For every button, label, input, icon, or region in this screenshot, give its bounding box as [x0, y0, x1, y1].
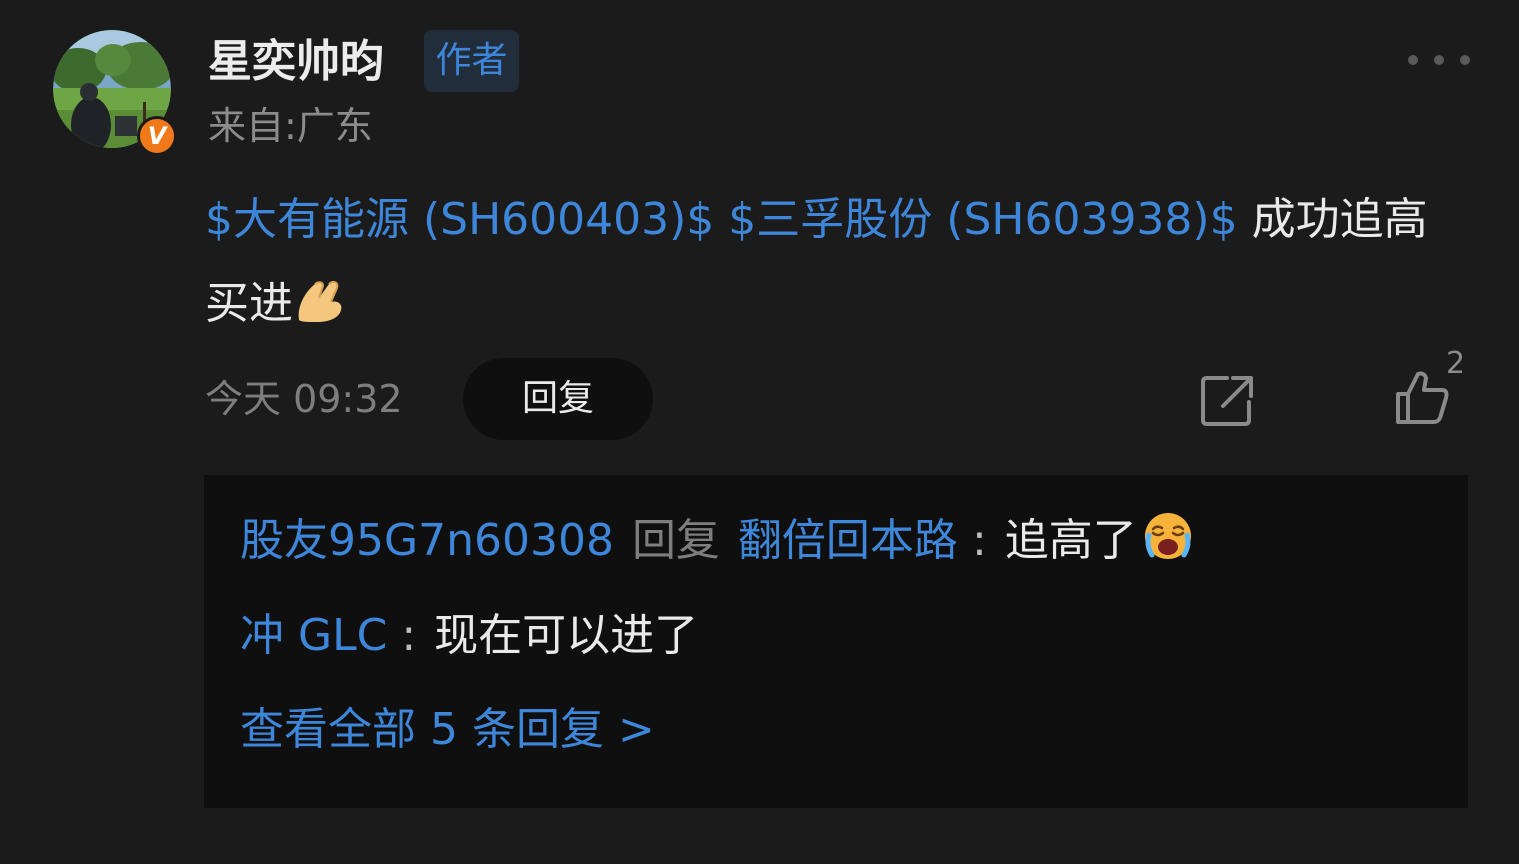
reply-text: 追高了 [1004, 515, 1137, 566]
location-label: 来自:广东 [208, 104, 373, 148]
replies-panel: 股友95G7n60308 回复 翻倍回本路: 追高了 冲 GLC: 现在可以进了 查看全… [204, 475, 1468, 808]
more-dot [1460, 55, 1470, 65]
more-dot [1434, 55, 1444, 65]
crying-face-emoji [1144, 513, 1191, 559]
share-icon[interactable] [1199, 372, 1255, 428]
reply-target[interactable]: 翻倍回本路 [738, 515, 958, 566]
author-tag: 作者 [424, 30, 519, 92]
timestamp: 今天 09:32 [205, 377, 403, 421]
reply-button[interactable]: 回复 [463, 358, 653, 440]
reply-author[interactable]: 冲 GLC [240, 610, 387, 661]
like-count: 2 [1446, 346, 1466, 381]
more-dot [1408, 55, 1418, 65]
reply-colon: : [971, 515, 987, 566]
reply-author[interactable]: 股友95G7n60308 [240, 515, 614, 566]
reply-text: 现在可以进了 [434, 610, 699, 661]
more-icon[interactable] [1408, 48, 1470, 72]
comment-body: $大有能源 (SH600403)$ $三孚股份 (SH603938)$ 成功追高… [205, 178, 1455, 346]
stock-link-dayouenergy[interactable]: $大有能源 (SH600403)$ [205, 194, 714, 245]
username[interactable]: 星奕帅昀 [208, 32, 384, 92]
pinched-fingers-emoji [298, 280, 342, 322]
thumbs-up-icon[interactable] [1394, 368, 1450, 426]
reply-colon: : [401, 610, 417, 661]
reply-item[interactable]: 股友95G7n60308 回复 翻倍回本路: 追高了 [240, 511, 1193, 571]
view-all-replies-link[interactable]: 查看全部 5 条回复 > [240, 700, 655, 760]
reply-word: 回复 [631, 515, 720, 566]
stock-link-sanfu[interactable]: $三孚股份 (SH603938)$ [728, 194, 1237, 245]
verified-badge-icon: V [137, 116, 177, 156]
reply-item[interactable]: 冲 GLC: 现在可以进了 [240, 606, 698, 666]
